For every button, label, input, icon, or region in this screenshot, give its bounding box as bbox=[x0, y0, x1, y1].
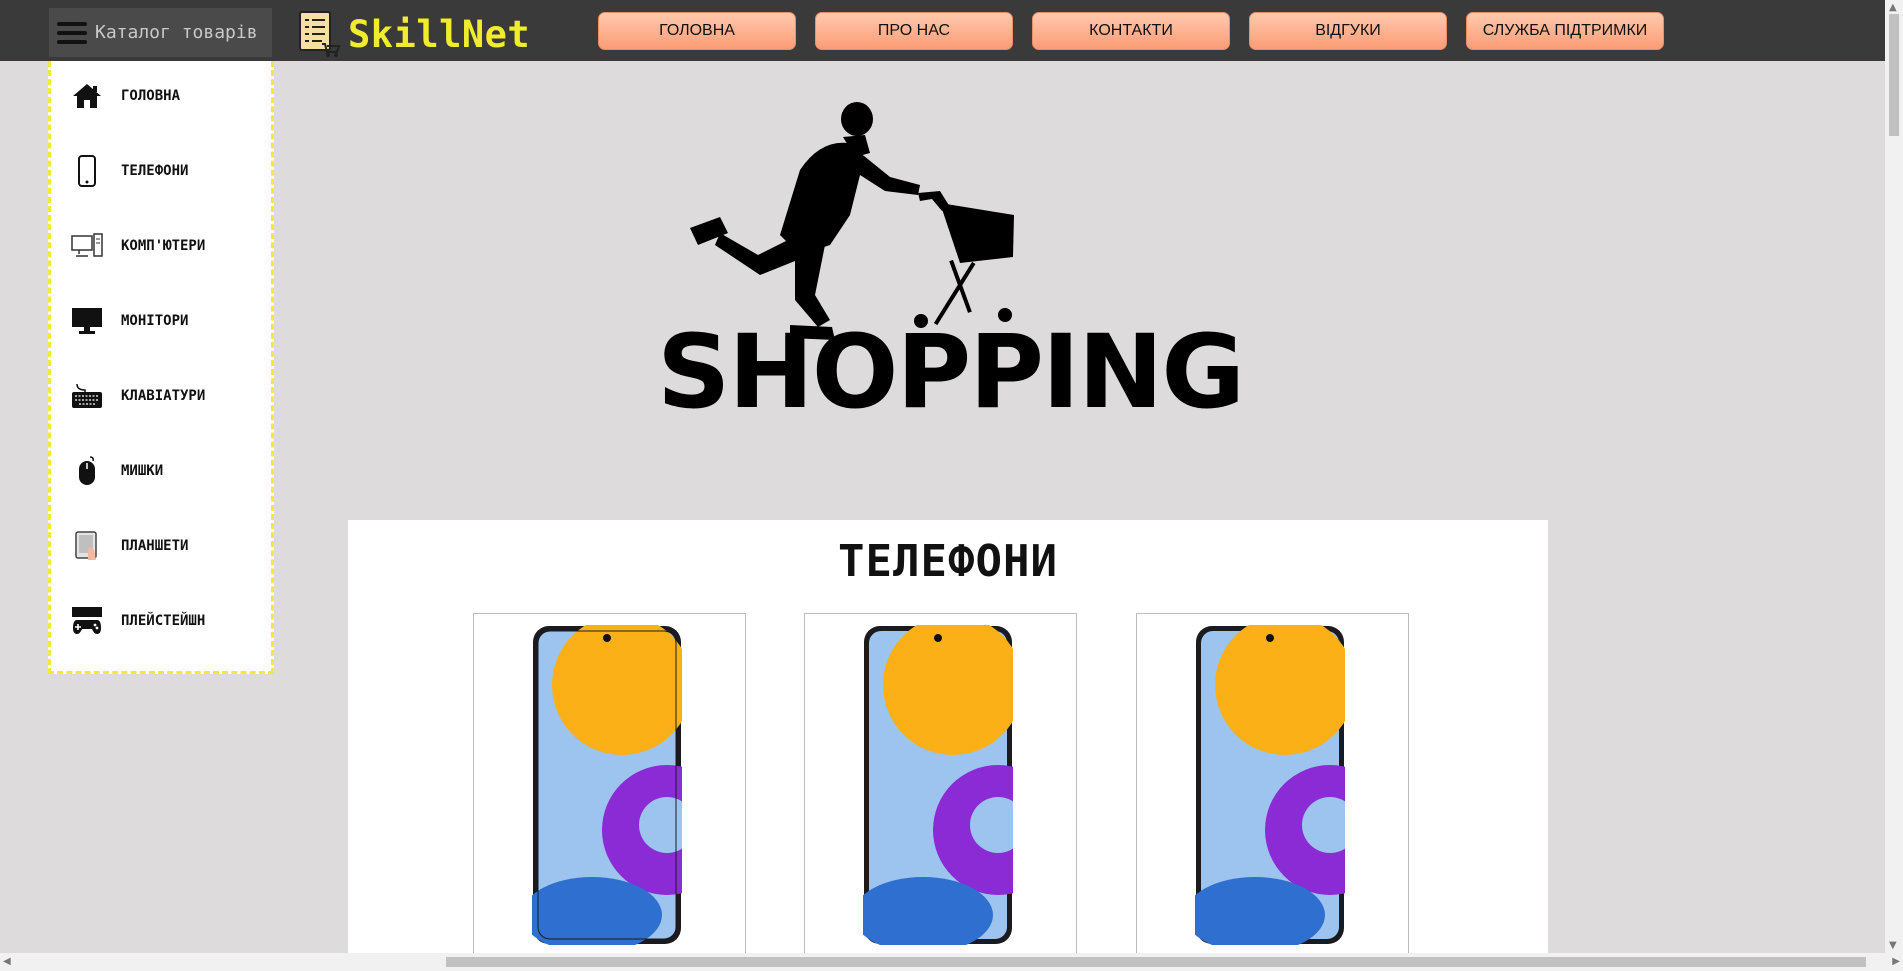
catalog-sidebar: ГОЛОВНА ТЕЛЕФОНИ КОМП'ЮТЕРИ МОНІТОРИ КЛА… bbox=[48, 61, 274, 674]
scroll-right-icon[interactable]: ▶ bbox=[1892, 956, 1900, 967]
sidebar-item-label: ПЛЕЙСТЕЙШН bbox=[121, 613, 206, 629]
gamepad-icon bbox=[71, 605, 103, 637]
hero-title: SHOPPING bbox=[657, 313, 1243, 425]
nav-contacts-button[interactable]: КОНТАКТИ bbox=[1032, 12, 1230, 50]
sidebar-item-label: ПЛАНШЕТИ bbox=[121, 538, 189, 554]
product-card[interactable] bbox=[1136, 613, 1409, 971]
logo[interactable]: SkillNet bbox=[298, 10, 530, 58]
logo-text: SkillNet bbox=[348, 12, 531, 56]
catalog-button[interactable]: Каталог товарів bbox=[49, 8, 272, 57]
sidebar-item-label: ТЕЛЕФОНИ bbox=[121, 163, 189, 179]
sidebar-item-label: МОНІТОРИ bbox=[121, 313, 189, 329]
scroll-left-icon[interactable]: ◀ bbox=[3, 956, 11, 967]
horizontal-scroll-thumb[interactable] bbox=[446, 957, 1866, 967]
hamburger-icon bbox=[57, 21, 87, 44]
tablet-icon bbox=[71, 530, 103, 562]
horizontal-scrollbar[interactable]: ◀ ▶ bbox=[0, 953, 1903, 971]
sidebar-item-tablets[interactable]: ПЛАНШЕТИ bbox=[71, 526, 188, 566]
vertical-scrollbar[interactable]: ▲ ▼ bbox=[1885, 0, 1903, 953]
computer-icon bbox=[71, 230, 103, 262]
smartphone-image bbox=[532, 625, 682, 945]
hero-banner: SHOPPING bbox=[640, 95, 1260, 432]
top-bar: Каталог товарів SkillNet ГОЛОВНА ПРО НАС… bbox=[0, 0, 1885, 61]
sidebar-item-home[interactable]: ГОЛОВНА bbox=[71, 76, 180, 116]
sidebar-item-computers[interactable]: КОМП'ЮТЕРИ bbox=[71, 226, 205, 266]
scroll-down-icon[interactable]: ▼ bbox=[1889, 940, 1897, 951]
product-card[interactable] bbox=[804, 613, 1077, 971]
smartphone-image bbox=[863, 625, 1013, 945]
sidebar-item-label: МИШКИ bbox=[121, 463, 164, 479]
main-nav: ГОЛОВНА ПРО НАС КОНТАКТИ ВІДГУКИ СЛУЖБА … bbox=[598, 12, 1683, 50]
shopping-silhouette-illustration: SHOPPING bbox=[657, 102, 1245, 432]
phone-icon bbox=[71, 155, 103, 187]
sidebar-item-playstation[interactable]: ПЛЕЙСТЕЙШН bbox=[71, 601, 205, 641]
smartphone-image bbox=[1195, 625, 1345, 945]
sidebar-item-label: ГОЛОВНА bbox=[121, 88, 181, 104]
sidebar-item-label: КОМП'ЮТЕРИ bbox=[121, 238, 206, 254]
monitor-icon bbox=[71, 305, 103, 337]
sidebar-item-phones[interactable]: ТЕЛЕФОНИ bbox=[71, 151, 188, 191]
mouse-icon bbox=[71, 455, 103, 487]
nav-reviews-button[interactable]: ВІДГУКИ bbox=[1249, 12, 1447, 50]
sidebar-item-label: КЛАВІАТУРИ bbox=[121, 388, 206, 404]
scroll-up-icon[interactable]: ▲ bbox=[1889, 2, 1897, 13]
sidebar-item-keyboards[interactable]: КЛАВІАТУРИ bbox=[71, 376, 205, 416]
sidebar-item-mice[interactable]: МИШКИ bbox=[71, 451, 163, 491]
nav-home-button[interactable]: ГОЛОВНА bbox=[598, 12, 796, 50]
catalog-label: Каталог товарів bbox=[95, 22, 258, 43]
keyboard-icon bbox=[71, 380, 103, 412]
section-title: ТЕЛЕФОНИ bbox=[838, 536, 1058, 587]
product-card[interactable] bbox=[473, 613, 746, 971]
home-icon bbox=[71, 80, 103, 112]
nav-support-button[interactable]: СЛУЖБА ПІДТРИМКИ bbox=[1466, 12, 1664, 50]
products-section: ТЕЛЕФОНИ bbox=[348, 520, 1548, 971]
checklist-cart-icon bbox=[299, 11, 341, 57]
nav-about-button[interactable]: ПРО НАС bbox=[815, 12, 1013, 50]
sidebar-item-monitors[interactable]: МОНІТОРИ bbox=[71, 301, 188, 341]
vertical-scroll-thumb[interactable] bbox=[1889, 14, 1899, 136]
